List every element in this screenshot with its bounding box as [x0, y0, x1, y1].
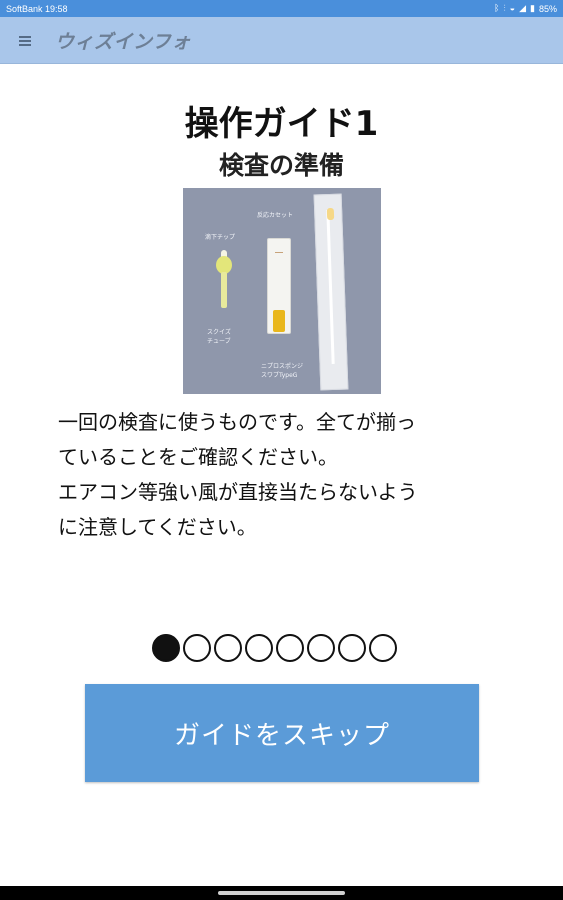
status-icons: ᛒ ⫶ ◒ ◢ ▮ 85%	[494, 4, 557, 14]
label-swab: ニプロスポンジ スワブTypeG	[261, 363, 304, 379]
wifi-icon: ◒	[509, 3, 516, 13]
guide-subtitle: 検査の準備	[218, 151, 344, 180]
page-dot	[245, 634, 273, 662]
bluetooth-icon: ᛒ	[494, 3, 500, 13]
app-title: ウィズインフォ	[55, 30, 191, 53]
navigation-bar	[0, 886, 563, 900]
squeeze-tube-body	[221, 272, 227, 308]
cassette-line	[275, 252, 283, 253]
test-kit-photo: 滴下チップ 反応カセット スクイズ チューブ ニプロスポンジ スワブTypeG	[183, 188, 381, 394]
hamburger-menu-icon[interactable]	[19, 34, 33, 46]
app-bar: ウィズインフォ	[0, 17, 563, 64]
battery-icon: ▮	[530, 3, 535, 13]
page-dot	[369, 634, 397, 662]
cassette-window	[273, 310, 285, 332]
guide-title: 操作ガイド1	[184, 104, 379, 144]
page-indicator	[152, 634, 397, 662]
vibrate-icon: ⫶	[503, 3, 506, 13]
signal-icon: ◢	[519, 3, 527, 13]
skip-guide-button[interactable]: ガイドをスキップ	[85, 684, 479, 782]
label-dropper-tip: 滴下チップ	[205, 234, 236, 241]
swab-head	[326, 207, 335, 221]
status-bar: SoftBank 19:58 ᛒ ⫶ ◒ ◢ ▮ 85%	[0, 0, 563, 17]
battery-percent: 85%	[538, 3, 557, 14]
page-dot	[338, 634, 366, 662]
page-dot-active	[152, 634, 180, 662]
carrier-time: SoftBank 19:58	[6, 3, 68, 14]
home-indicator[interactable]	[218, 891, 345, 895]
page-dot	[183, 634, 211, 662]
label-squeeze-tube: スクイズ チューブ	[207, 329, 231, 345]
page-dot	[307, 634, 335, 662]
page-dot	[276, 634, 304, 662]
page-dot	[214, 634, 242, 662]
label-cassette: 反応カセット	[257, 212, 294, 219]
guide-description: 一回の検査に使うものです。全てが揃っ ていることをご確認ください。 エアコン等強…	[58, 410, 418, 539]
